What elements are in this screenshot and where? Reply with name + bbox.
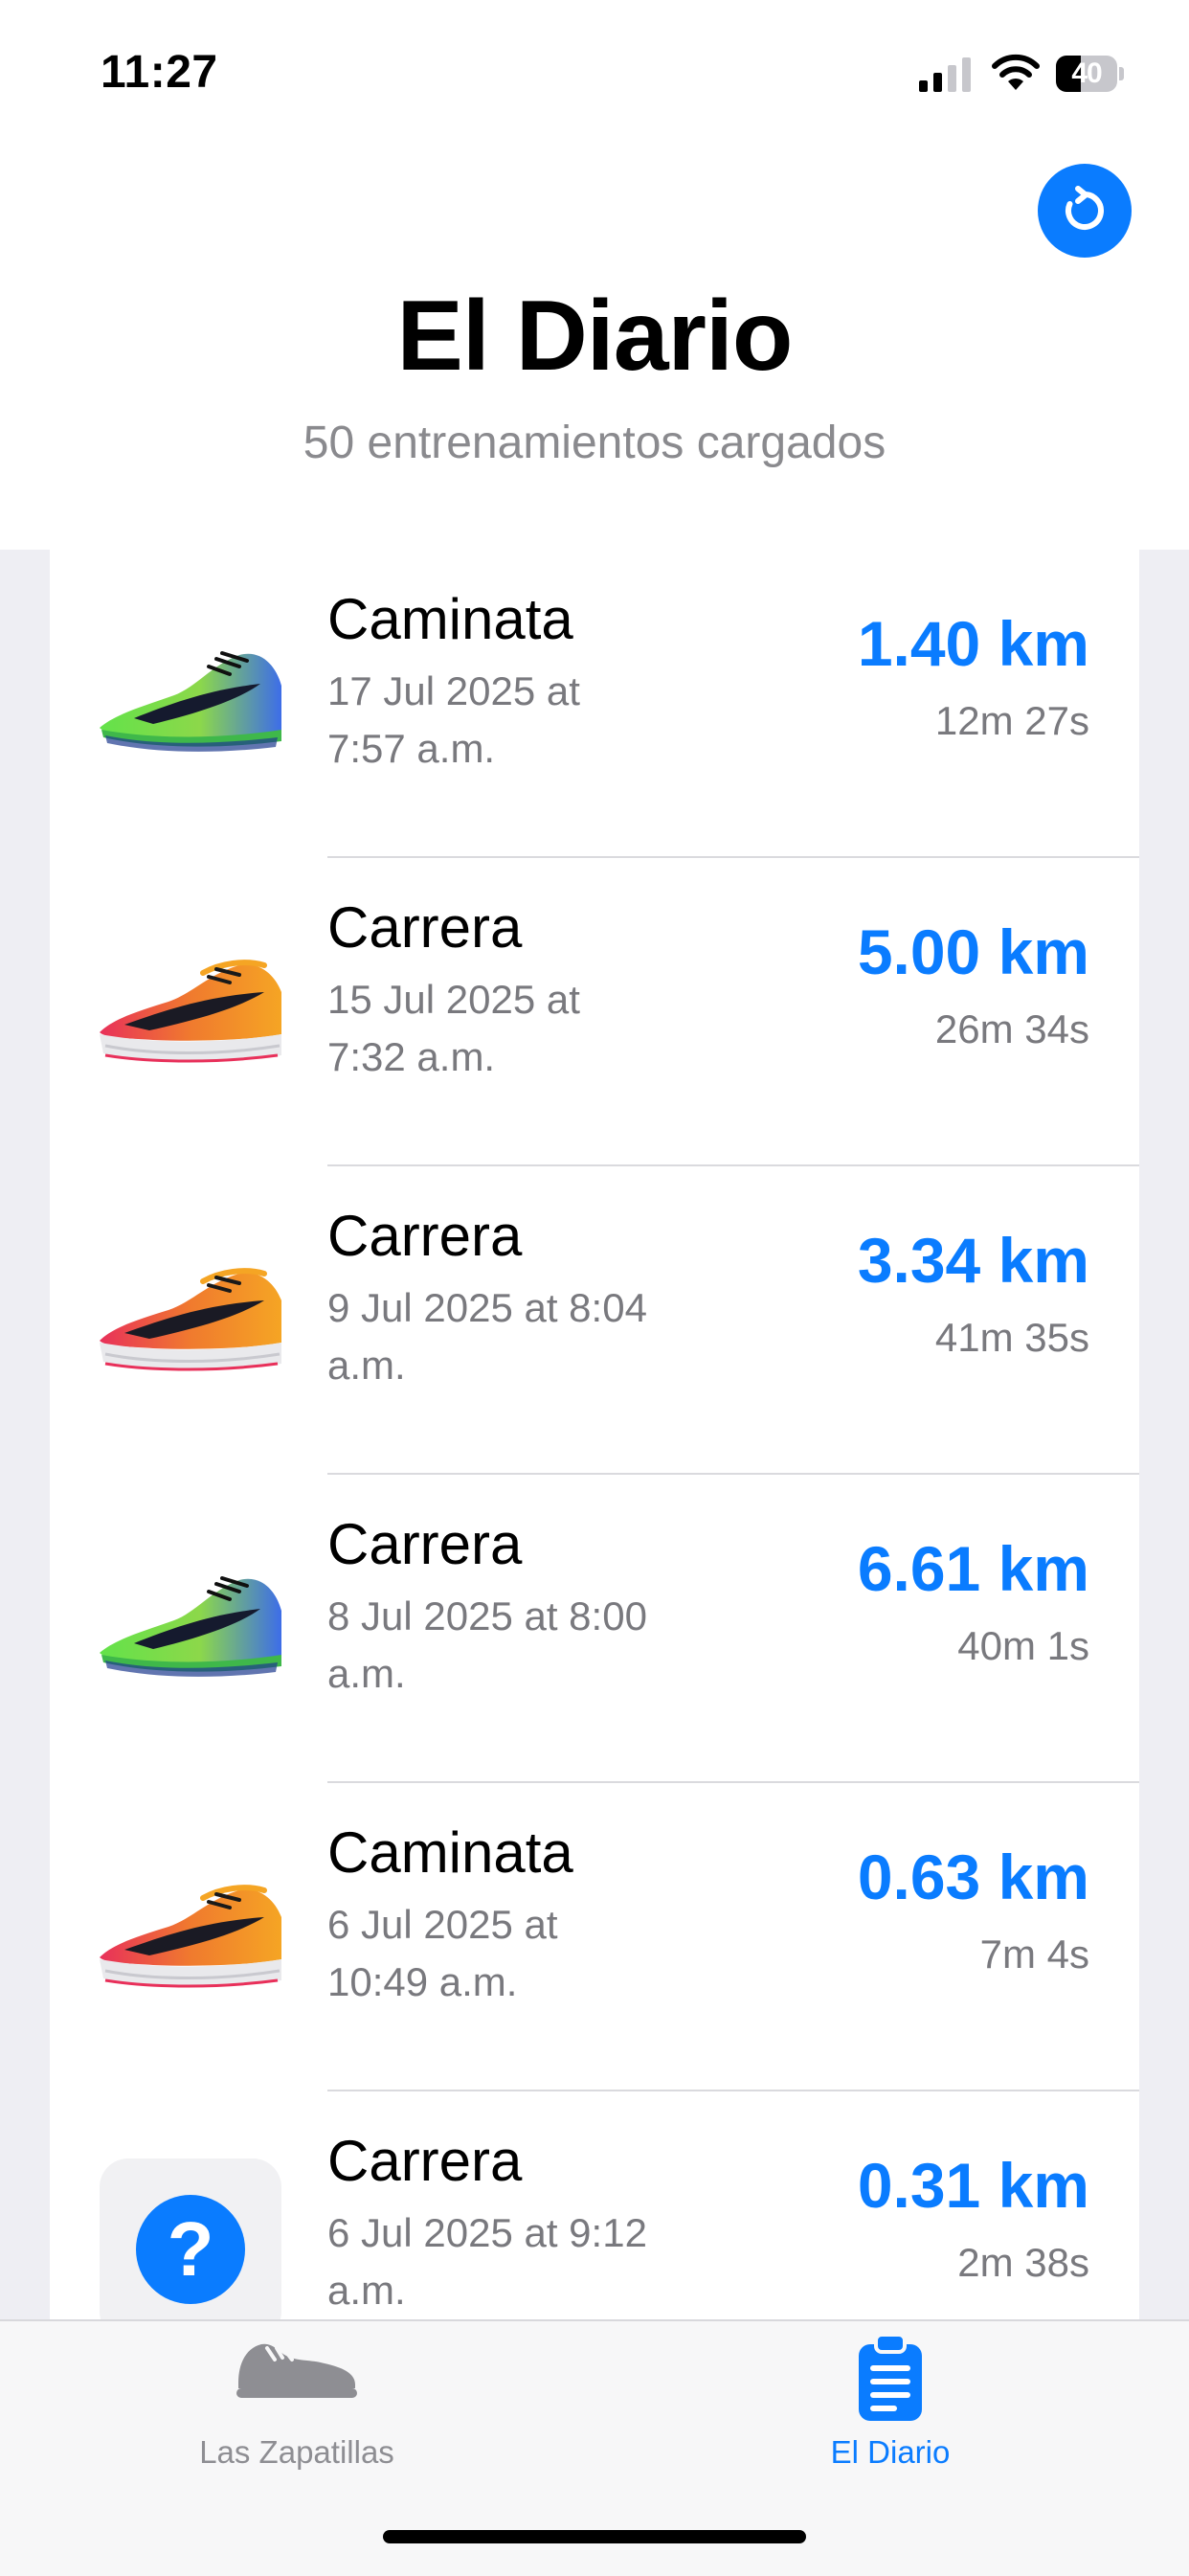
question-mark-icon: ? (136, 2195, 245, 2304)
tab-las-zapatillas[interactable]: Las Zapatillas (105, 2321, 488, 2494)
workout-date: 17 Jul 2025 at 7:57 a.m. (327, 668, 580, 771)
workout-duration: 2m 38s (957, 2240, 1089, 2285)
shoe-icon (233, 2335, 361, 2408)
workout-type: Carrera (327, 895, 523, 960)
workout-duration: 12m 27s (934, 698, 1089, 743)
battery-percentage: 40 (1071, 57, 1102, 89)
shoe-thumbnail (96, 1253, 283, 1383)
workout-row[interactable]: Carrera 9 Jul 2025 at 8:04 a.m. 3.34 km … (50, 1166, 1139, 1475)
shoe-thumbnail (96, 1561, 283, 1691)
workout-list[interactable]: Caminata 17 Jul 2025 at 7:57 a.m. 1.40 k… (50, 550, 1139, 2319)
battery-icon: 40 (1056, 56, 1125, 92)
shoe-thumbnail (96, 944, 283, 1074)
workout-row[interactable]: ? Carrera 6 Jul 2025 at 9:12 a.m. 0.31 k… (50, 2091, 1139, 2319)
workout-duration: 7m 4s (979, 1932, 1089, 1977)
tab-el-diario[interactable]: El Diario (699, 2321, 1082, 2494)
home-indicator (383, 2530, 806, 2543)
unknown-shoe-thumbnail: ? (100, 2158, 281, 2319)
clipboard-icon (857, 2333, 924, 2428)
tab-label: Las Zapatillas (199, 2434, 394, 2470)
workout-row[interactable]: Carrera 15 Jul 2025 at 7:32 a.m. 5.00 km… (50, 858, 1139, 1166)
workout-row[interactable]: Caminata 6 Jul 2025 at 10:49 a.m. 0.63 k… (50, 1783, 1139, 2091)
shoe-thumbnail (96, 1869, 283, 2000)
workout-type: Caminata (327, 587, 573, 651)
workout-type: Carrera (327, 1204, 523, 1268)
status-time: 11:27 (101, 47, 218, 98)
workout-distance: 0.63 km (857, 1842, 1089, 1912)
workout-row[interactable]: Carrera 8 Jul 2025 at 8:00 a.m. 6.61 km … (50, 1475, 1139, 1783)
workout-type: Carrera (327, 1512, 523, 1576)
refresh-button[interactable] (1038, 164, 1132, 258)
workout-distance: 6.61 km (857, 1533, 1089, 1604)
workout-distance: 3.34 km (857, 1225, 1089, 1296)
workout-date: 6 Jul 2025 at 9:12 a.m. (327, 2210, 647, 2313)
workout-date: 15 Jul 2025 at 7:32 a.m. (327, 977, 580, 1079)
workout-distance: 1.40 km (857, 608, 1089, 679)
refresh-icon (1066, 186, 1104, 230)
page-title: El Diario (396, 281, 794, 392)
workout-row[interactable]: Caminata 17 Jul 2025 at 7:57 a.m. 1.40 k… (50, 550, 1139, 858)
workout-duration: 41m 35s (934, 1315, 1089, 1360)
wifi-icon (991, 54, 1041, 92)
workout-type: Carrera (327, 2129, 523, 2193)
workout-type: Caminata (327, 1820, 573, 1885)
status-bar: 11:27 40 (0, 0, 1189, 144)
workout-date: 6 Jul 2025 at 10:49 a.m. (327, 1902, 558, 2004)
workout-date: 8 Jul 2025 at 8:00 a.m. (327, 1593, 647, 1696)
workout-date: 9 Jul 2025 at 8:04 a.m. (327, 1285, 647, 1388)
tab-bar: Las Zapatillas El Diario (0, 2319, 1189, 2576)
workout-distance: 0.31 km (857, 2150, 1089, 2221)
workout-distance: 5.00 km (857, 916, 1089, 987)
shoe-thumbnail (96, 636, 283, 766)
workout-duration: 26m 34s (934, 1006, 1089, 1051)
workout-duration: 40m 1s (957, 1623, 1089, 1668)
cellular-signal-icon (919, 57, 973, 92)
tab-label: El Diario (830, 2434, 951, 2470)
workouts-count: 50 entrenamientos cargados (303, 418, 886, 468)
